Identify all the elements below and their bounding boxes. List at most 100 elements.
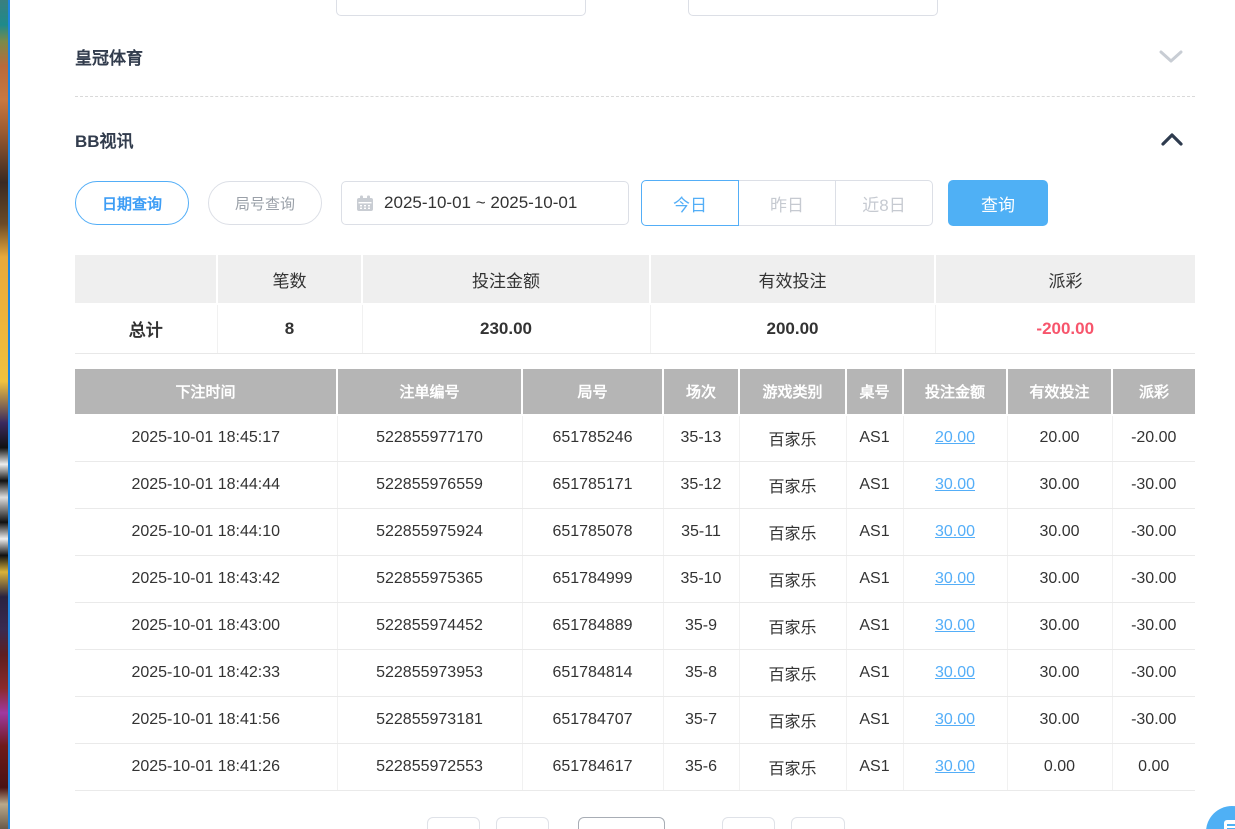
customer-service-bubble[interactable] bbox=[1206, 806, 1235, 829]
valid-bet-cell: 30.00 bbox=[1007, 556, 1112, 603]
session-cell: 35-8 bbox=[663, 650, 739, 697]
round-query-tab[interactable]: 局号查询 bbox=[208, 181, 322, 225]
background-strip-border bbox=[8, 0, 10, 829]
payout-cell: -20.00 bbox=[1112, 415, 1195, 462]
section-crown-sports[interactable]: 皇冠体育 bbox=[75, 44, 1195, 69]
table-row: 2025-10-01 18:43:42522855975365651784999… bbox=[75, 556, 1195, 603]
table-row: 2025-10-01 18:44:10522855975924651785078… bbox=[75, 509, 1195, 556]
session-cell: 35-12 bbox=[663, 462, 739, 509]
bet-id-cell: 522855976559 bbox=[337, 462, 522, 509]
chevron-up-icon[interactable] bbox=[1161, 133, 1183, 146]
bet-time-cell: 2025-10-01 18:44:44 bbox=[75, 462, 337, 509]
payout-cell: -30.00 bbox=[1112, 603, 1195, 650]
summary-header-bet-amount: 投注金额 bbox=[362, 255, 650, 304]
table-row: 2025-10-01 18:41:26522855972553651784617… bbox=[75, 744, 1195, 791]
round-id-cell: 651784617 bbox=[522, 744, 663, 791]
date-query-tab[interactable]: 日期查询 bbox=[75, 181, 189, 225]
payout-cell: -30.00 bbox=[1112, 462, 1195, 509]
payout-cell: -30.00 bbox=[1112, 556, 1195, 603]
session-cell: 35-6 bbox=[663, 744, 739, 791]
today-button[interactable]: 今日 bbox=[641, 180, 739, 226]
pagination-jump-button[interactable] bbox=[791, 817, 845, 829]
detail-header-table-no: 桌号 bbox=[846, 369, 903, 415]
date-range-value: 2025-10-01 ~ 2025-10-01 bbox=[384, 193, 577, 213]
pagination-prev-button[interactable] bbox=[427, 817, 480, 829]
valid-bet-cell: 20.00 bbox=[1007, 415, 1112, 462]
game-type-cell: 百家乐 bbox=[739, 697, 846, 744]
game-type-cell: 百家乐 bbox=[739, 556, 846, 603]
round-id-cell: 651784814 bbox=[522, 650, 663, 697]
bet-amount-link[interactable]: 30.00 bbox=[935, 523, 975, 540]
summary-header-payout: 派彩 bbox=[935, 255, 1195, 304]
bet-amount-link[interactable]: 20.00 bbox=[935, 429, 975, 446]
total-payout: -200.00 bbox=[935, 304, 1195, 353]
total-label: 总计 bbox=[75, 304, 217, 353]
pagination-next-button[interactable] bbox=[722, 817, 775, 829]
bet-id-cell: 522855975924 bbox=[337, 509, 522, 556]
table-no-cell: AS1 bbox=[846, 415, 903, 462]
bet-time-cell: 2025-10-01 18:45:17 bbox=[75, 415, 337, 462]
table-no-cell: AS1 bbox=[846, 697, 903, 744]
pagination-page-button[interactable] bbox=[496, 817, 549, 829]
pagination-page-input[interactable] bbox=[578, 817, 665, 829]
section-bb-video[interactable]: BB视讯 bbox=[75, 127, 1195, 152]
game-type-cell: 百家乐 bbox=[739, 603, 846, 650]
table-row: 2025-10-01 18:45:17522855977170651785246… bbox=[75, 415, 1195, 462]
table-no-cell: AS1 bbox=[846, 462, 903, 509]
records-panel: 皇冠体育 BB视讯 日期查询 局号查询 bbox=[75, 0, 1195, 791]
bet-amount-cell: 30.00 bbox=[903, 556, 1007, 603]
bet-amount-cell: 30.00 bbox=[903, 509, 1007, 556]
detail-header-session: 场次 bbox=[663, 369, 739, 415]
summary-header-count: 笔数 bbox=[217, 255, 362, 304]
bet-amount-cell: 30.00 bbox=[903, 744, 1007, 791]
chevron-down-icon[interactable] bbox=[1159, 50, 1183, 64]
bet-amount-link[interactable]: 30.00 bbox=[935, 711, 975, 728]
detail-header-round-id: 局号 bbox=[522, 369, 663, 415]
game-type-cell: 百家乐 bbox=[739, 744, 846, 791]
bet-time-cell: 2025-10-01 18:42:33 bbox=[75, 650, 337, 697]
payout-cell: -30.00 bbox=[1112, 509, 1195, 556]
detail-header-game-type: 游戏类别 bbox=[739, 369, 846, 415]
detail-header-row: 下注时间注单编号局号场次游戏类别桌号投注金额有效投注派彩 bbox=[75, 369, 1195, 415]
session-cell: 35-13 bbox=[663, 415, 739, 462]
detail-header-bet-amount: 投注金额 bbox=[903, 369, 1007, 415]
round-id-cell: 651785246 bbox=[522, 415, 663, 462]
payout-cell: 0.00 bbox=[1112, 744, 1195, 791]
summary-header-row: 笔数 投注金额 有效投注 派彩 bbox=[75, 255, 1195, 304]
background-page-strip bbox=[0, 0, 8, 829]
table-row: 2025-10-01 18:41:56522855973181651784707… bbox=[75, 697, 1195, 744]
game-type-cell: 百家乐 bbox=[739, 509, 846, 556]
bet-id-cell: 522855973953 bbox=[337, 650, 522, 697]
detail-header-bet-id: 注单编号 bbox=[337, 369, 522, 415]
bet-amount-link[interactable]: 30.00 bbox=[935, 570, 975, 587]
bet-amount-link[interactable]: 30.00 bbox=[935, 617, 975, 634]
bet-amount-cell: 30.00 bbox=[903, 462, 1007, 509]
bet-time-cell: 2025-10-01 18:41:56 bbox=[75, 697, 337, 744]
section-divider bbox=[75, 96, 1195, 97]
game-type-cell: 百家乐 bbox=[739, 462, 846, 509]
round-id-cell: 651785078 bbox=[522, 509, 663, 556]
table-row: 2025-10-01 18:43:00522855974452651784889… bbox=[75, 603, 1195, 650]
detail-header-bet-time: 下注时间 bbox=[75, 369, 337, 415]
bet-amount-link[interactable]: 30.00 bbox=[935, 758, 975, 775]
yesterday-button[interactable]: 昨日 bbox=[738, 180, 836, 226]
detail-table-body: 2025-10-01 18:45:17522855977170651785246… bbox=[75, 415, 1195, 791]
page: 皇冠体育 BB视讯 日期查询 局号查询 bbox=[0, 0, 1235, 829]
bet-amount-cell: 30.00 bbox=[903, 603, 1007, 650]
search-button[interactable]: 查询 bbox=[948, 180, 1048, 226]
session-cell: 35-10 bbox=[663, 556, 739, 603]
last-8-days-button[interactable]: 近8日 bbox=[835, 180, 933, 226]
total-valid-bet: 200.00 bbox=[650, 304, 935, 353]
section-title-crown-sports: 皇冠体育 bbox=[75, 44, 143, 69]
bet-amount-link[interactable]: 30.00 bbox=[935, 476, 975, 493]
total-count: 8 bbox=[217, 304, 362, 353]
round-id-cell: 651784707 bbox=[522, 697, 663, 744]
detail-table: 下注时间注单编号局号场次游戏类别桌号投注金额有效投注派彩 2025-10-01 … bbox=[75, 369, 1195, 792]
table-no-cell: AS1 bbox=[846, 744, 903, 791]
bet-amount-link[interactable]: 30.00 bbox=[935, 664, 975, 681]
date-range-picker[interactable]: 2025-10-01 ~ 2025-10-01 bbox=[341, 181, 629, 225]
bet-id-cell: 522855973181 bbox=[337, 697, 522, 744]
total-bet-amount: 230.00 bbox=[362, 304, 650, 353]
detail-header-payout: 派彩 bbox=[1112, 369, 1195, 415]
bet-id-cell: 522855975365 bbox=[337, 556, 522, 603]
